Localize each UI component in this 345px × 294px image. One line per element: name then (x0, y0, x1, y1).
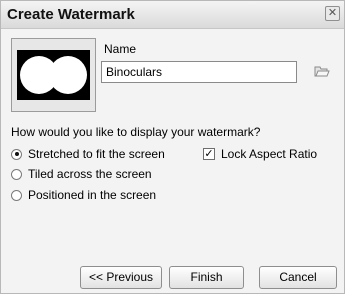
watermark-preview (11, 38, 96, 112)
lock-aspect-label: Lock Aspect Ratio (221, 147, 318, 161)
lock-aspect-ratio[interactable]: ✓ Lock Aspect Ratio (203, 147, 317, 161)
radio-button[interactable] (11, 148, 22, 160)
radio-button[interactable] (11, 189, 22, 201)
previous-button[interactable]: << Previous (80, 266, 162, 289)
folder-icon[interactable] (314, 64, 330, 81)
close-button[interactable]: ✕ (325, 6, 340, 21)
radio-label: Tiled across the screen (28, 167, 152, 181)
finish-button[interactable]: Finish (169, 266, 244, 289)
dialog-title: Create Watermark (7, 6, 135, 23)
radio-stretched[interactable]: Stretched to fit the screen (11, 147, 165, 161)
radio-label: Positioned in the screen (28, 188, 157, 202)
radio-label: Stretched to fit the screen (28, 147, 165, 161)
name-input[interactable] (101, 61, 297, 83)
radio-tiled[interactable]: Tiled across the screen (11, 167, 152, 181)
cancel-button[interactable]: Cancel (259, 266, 337, 289)
display-question: How would you like to display your water… (11, 125, 261, 139)
name-label: Name (104, 42, 137, 56)
binoculars-icon (17, 50, 90, 100)
lock-aspect-checkbox[interactable]: ✓ (203, 148, 215, 160)
create-watermark-dialog: Create Watermark ✕ Name How would you li… (0, 0, 345, 294)
radio-positioned[interactable]: Positioned in the screen (11, 188, 156, 202)
radio-button[interactable] (11, 168, 22, 180)
title-bar[interactable]: Create Watermark ✕ (1, 1, 344, 29)
